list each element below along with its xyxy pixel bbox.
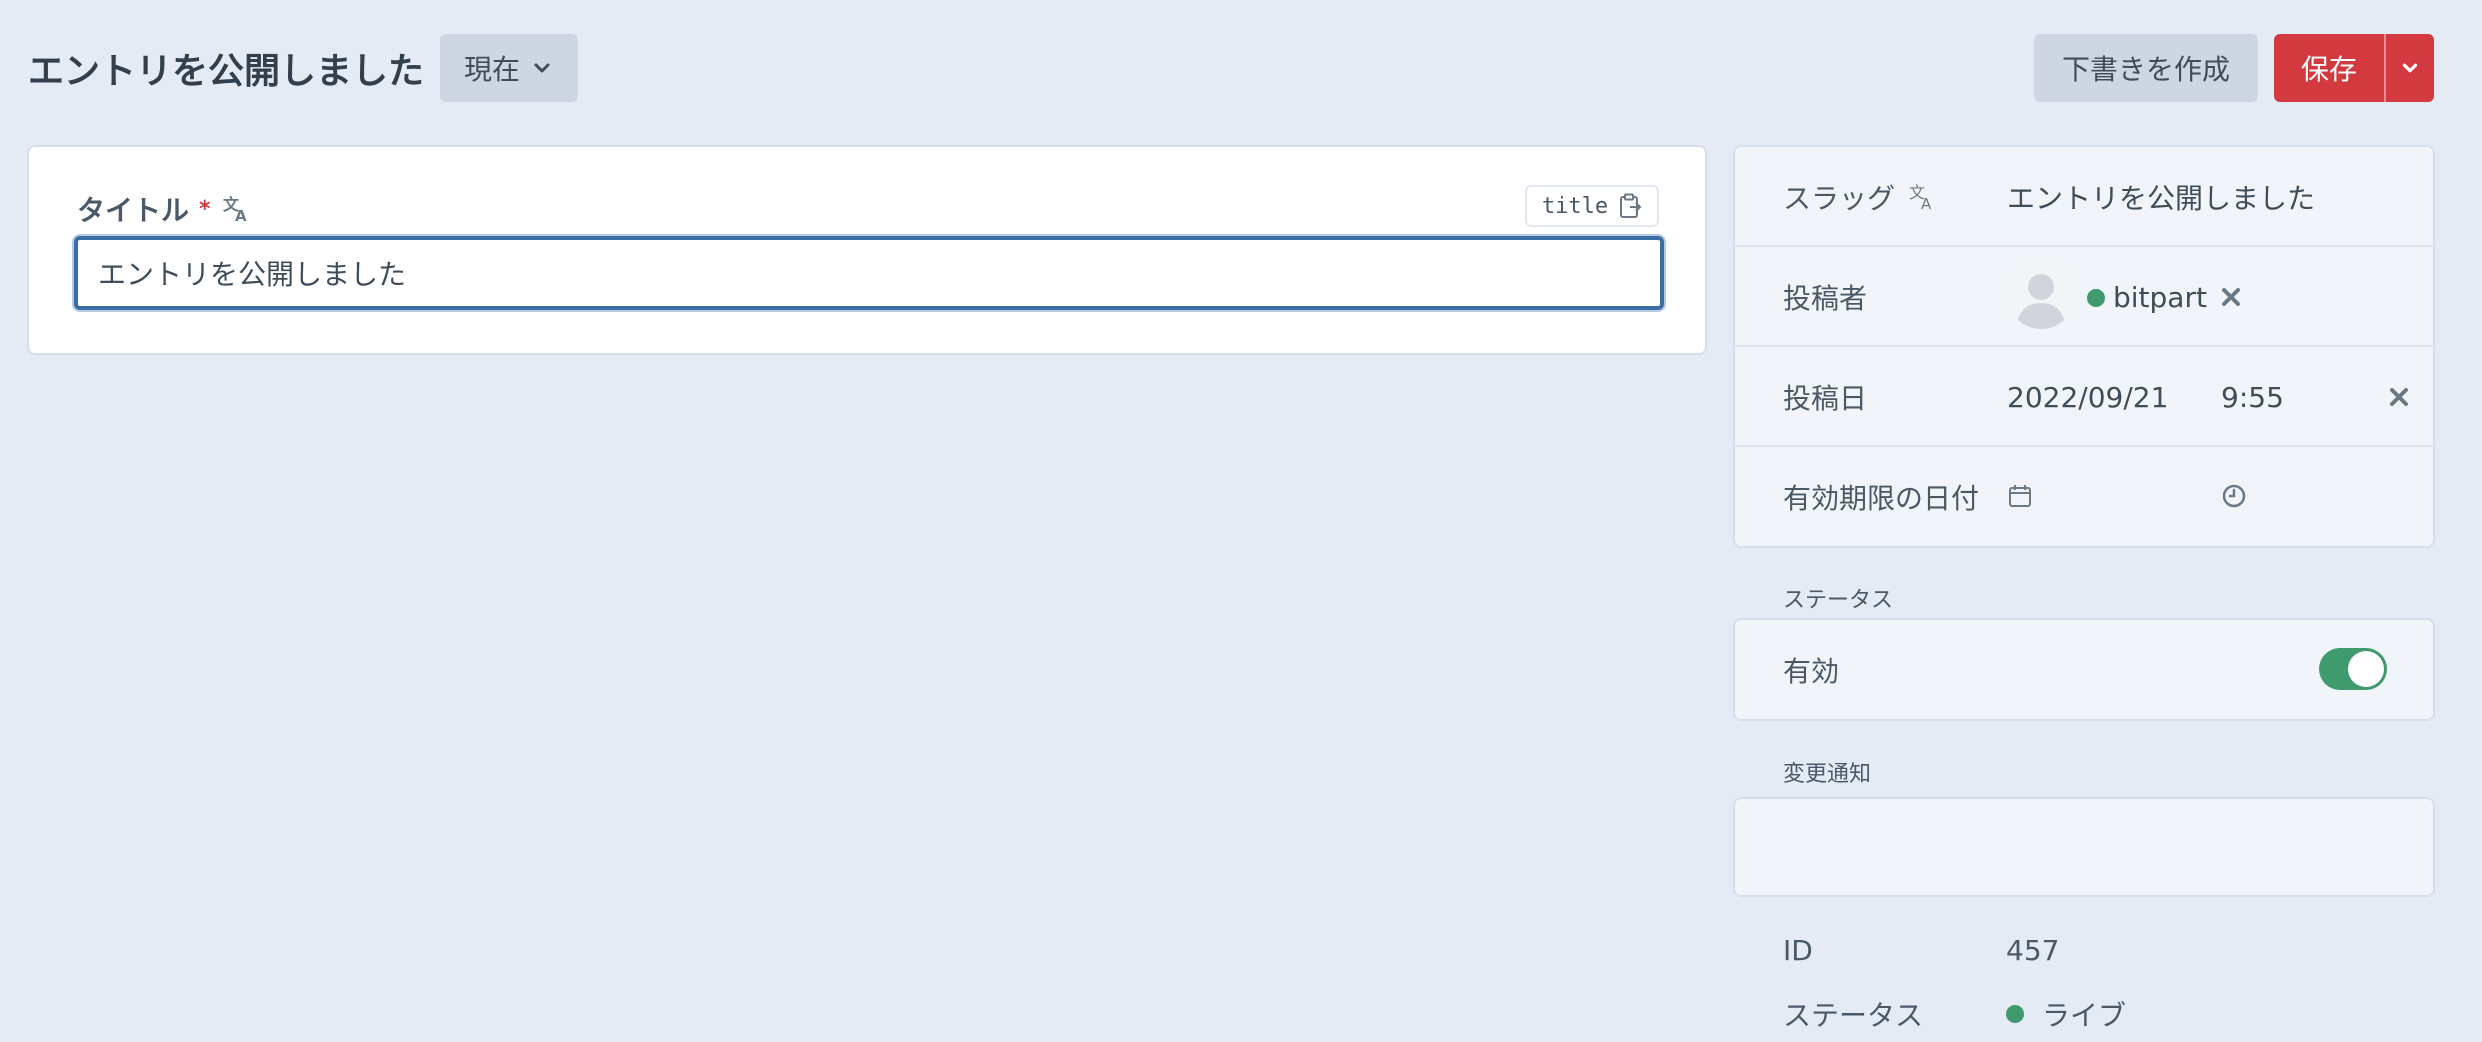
clock-icon[interactable] (2221, 483, 2247, 509)
slug-row: スラッグ 文 A エントリを公開しました (1735, 147, 2433, 247)
entry-status-text: ライブ (2042, 999, 2127, 1032)
translate-icon: 文 A (223, 195, 247, 224)
close-icon[interactable] (2387, 385, 2411, 409)
status-card: 有効 (1733, 618, 2435, 721)
translate-icon: 文 A (1909, 183, 1932, 212)
toggle-knob (2348, 651, 2384, 687)
online-status-dot (2087, 289, 2105, 307)
title-field-label: タイトル * 文 A (77, 189, 251, 229)
save-button[interactable]: 保存 (2274, 34, 2386, 102)
post-date-row: 投稿日 2022/09/21 9:55 (1735, 347, 2433, 447)
title-input[interactable] (74, 236, 1664, 310)
slug-label: スラッグ 文 A (1783, 147, 1937, 247)
notifications-card[interactable] (1733, 797, 2435, 897)
post-time-input[interactable]: 9:55 (2221, 347, 2284, 447)
field-handle-text: title (1541, 193, 1609, 219)
status-section-label: ステータス (1783, 588, 1894, 613)
post-date-input[interactable]: 2022/09/21 (2007, 347, 2168, 447)
title-field-card: タイトル * 文 A title (27, 145, 1707, 355)
expiry-date-row: 有効期限の日付 (1735, 447, 2433, 546)
svg-text:A: A (235, 207, 247, 224)
enabled-label: 有効 (1783, 654, 1840, 688)
entry-status-label: ステータス (1783, 999, 1924, 1032)
site-selector-button[interactable]: 現在 (440, 34, 578, 102)
live-status-dot (2006, 1005, 2024, 1023)
slug-label-text: スラッグ (1783, 182, 1896, 215)
entry-status-value: ライブ (2006, 994, 2126, 1034)
create-draft-button[interactable]: 下書きを作成 (2034, 34, 2258, 102)
save-options-button[interactable] (2386, 34, 2434, 102)
enabled-toggle[interactable] (2319, 648, 2387, 690)
author-label: 投稿者 (1783, 282, 1868, 315)
author-name[interactable]: bitpart (2113, 247, 2207, 347)
svg-text:A: A (1921, 195, 1932, 212)
field-handle-copy-button[interactable]: title (1525, 185, 1659, 227)
id-value: 457 (2006, 934, 2060, 967)
user-avatar (2007, 261, 2075, 329)
page-header: エントリを公開しました 現在 下書きを作成 保存 (0, 0, 2482, 135)
calendar-icon[interactable] (2007, 483, 2033, 509)
post-date-label: 投稿日 (1783, 382, 1868, 415)
title-label-text: タイトル (77, 194, 190, 227)
save-button-group: 保存 (2274, 34, 2434, 102)
site-selector-label: 現在 (463, 53, 520, 86)
required-indicator: * (199, 196, 211, 222)
chevron-down-icon (534, 63, 550, 73)
clipboard-icon (1620, 193, 1642, 218)
entry-meta-card: スラッグ 文 A エントリを公開しました 投稿者 bitpart 投稿日 202… (1733, 145, 2435, 548)
id-label: ID (1783, 934, 1813, 967)
page-title: エントリを公開しました (28, 51, 425, 92)
slug-input[interactable]: エントリを公開しました (2007, 147, 2315, 247)
notifications-section-label: 変更通知 (1783, 762, 1872, 787)
chevron-down-icon (2402, 63, 2418, 73)
expiry-date-label: 有効期限の日付 (1783, 482, 1980, 515)
author-row: 投稿者 bitpart (1735, 247, 2433, 347)
close-icon[interactable] (2219, 285, 2243, 309)
